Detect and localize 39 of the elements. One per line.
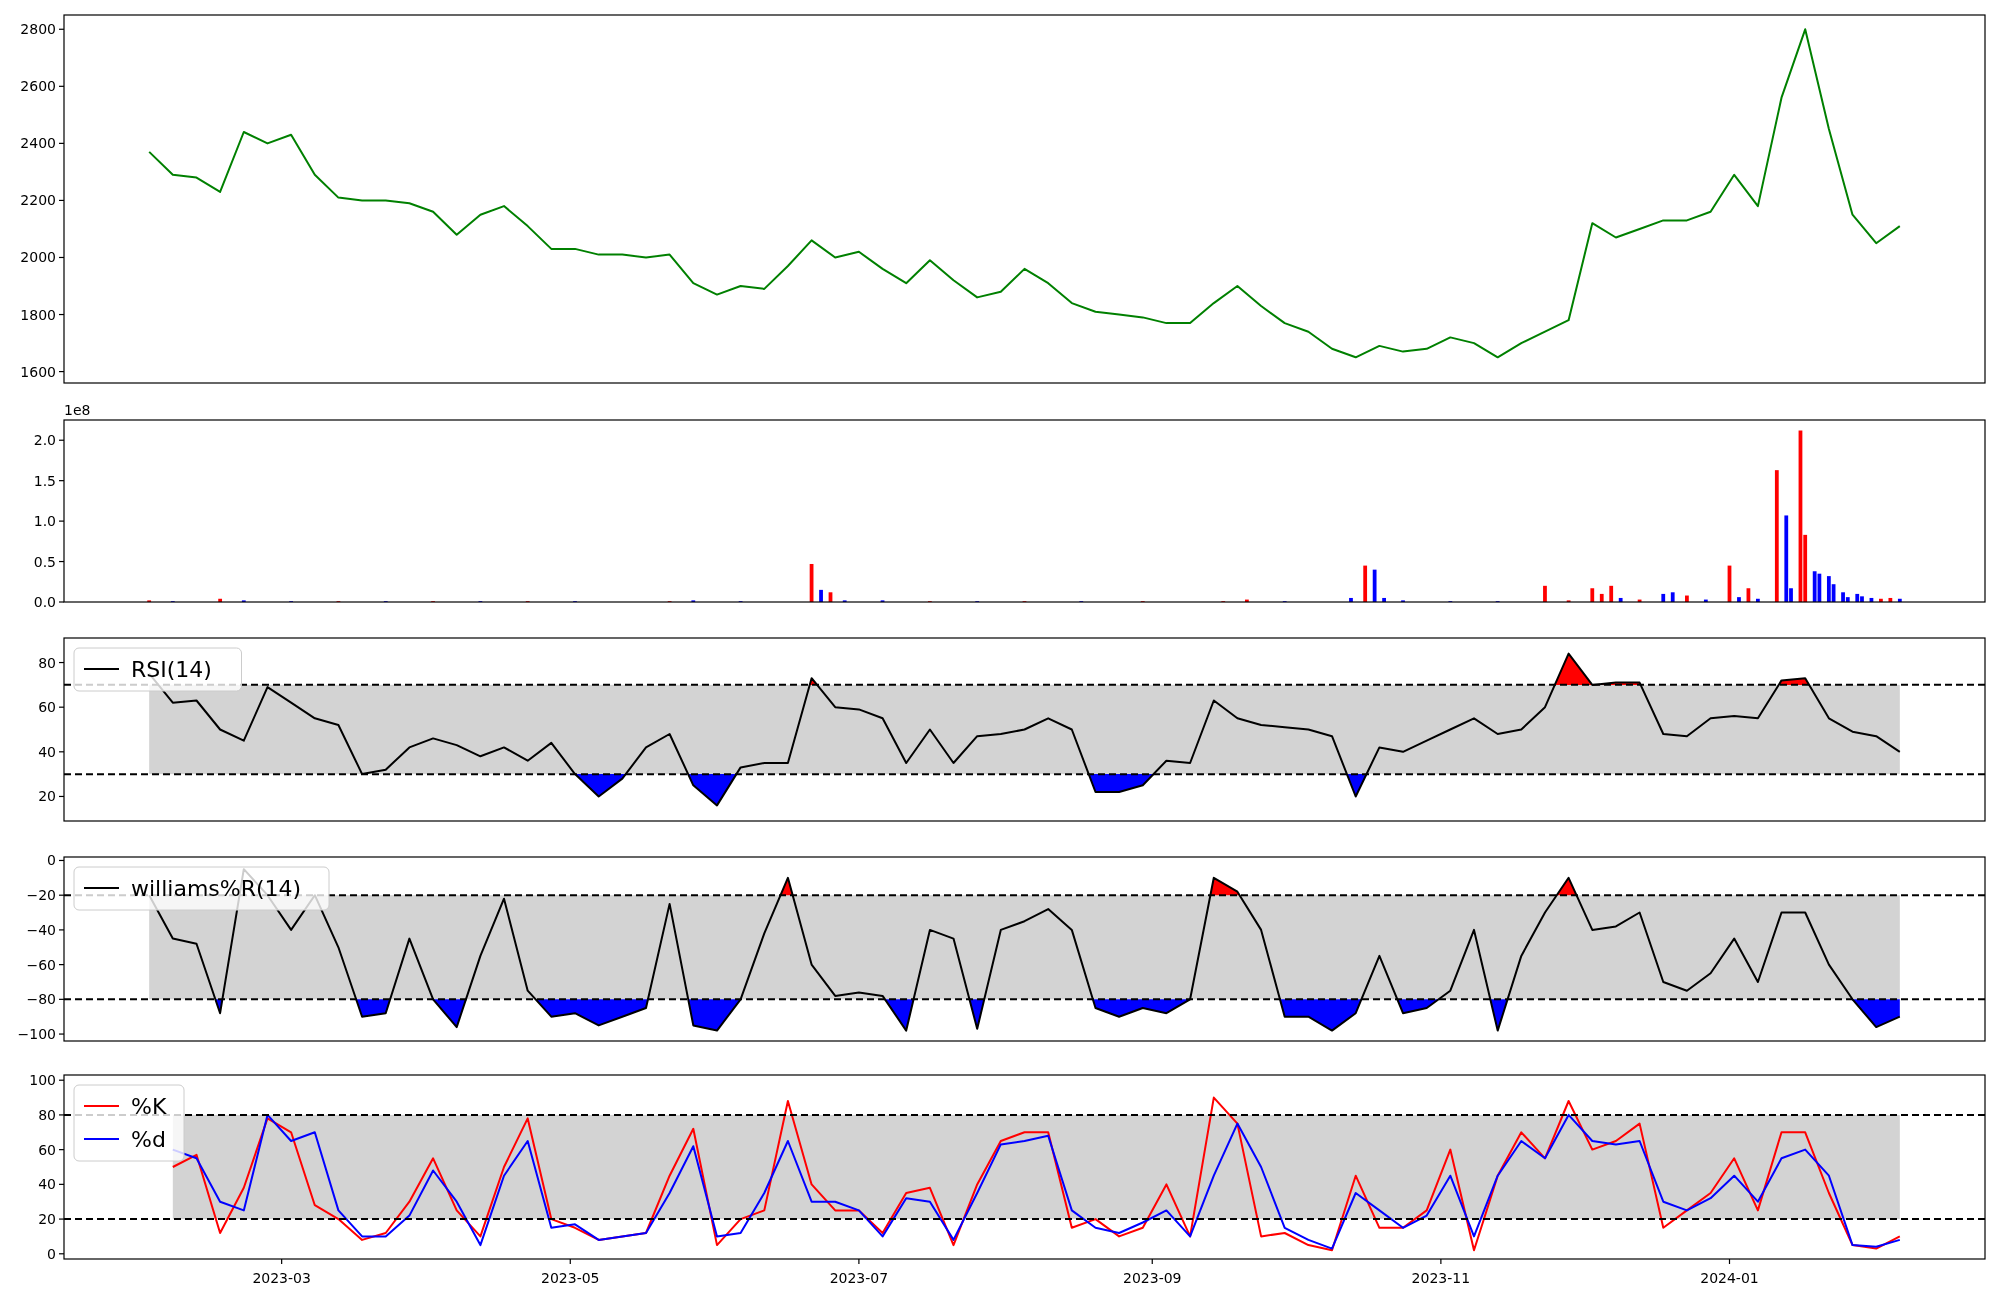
y-tick-label: 2800 xyxy=(20,21,56,38)
x-tick-label: 2023-03 xyxy=(252,1270,311,1286)
y-tick-label: 80 xyxy=(38,654,56,671)
legend-label: RSI(14) xyxy=(131,657,212,682)
y-tick-label: 80 xyxy=(38,1106,56,1123)
y-tick-label: 100 xyxy=(29,1072,56,1089)
y-tick-label: 2200 xyxy=(20,192,56,209)
y-tick-label: −40 xyxy=(26,921,56,938)
y-tick-label: −60 xyxy=(26,956,56,973)
x-tick-label: 2023-09 xyxy=(1123,1270,1182,1286)
x-tick-label: 2023-07 xyxy=(829,1270,889,1286)
y-tick-label: 2400 xyxy=(20,135,56,152)
legend-label: williams%R(14) xyxy=(131,876,302,901)
y-tick-label: 2.0 xyxy=(33,432,56,449)
y-tick-label: 2600 xyxy=(20,78,56,95)
axis-scale-label: 1e8 xyxy=(64,402,91,418)
y-tick-label: 0.0 xyxy=(33,594,56,610)
y-tick-label: 2000 xyxy=(20,249,56,266)
y-tick-label: 40 xyxy=(38,743,56,760)
y-tick-label: 1.5 xyxy=(33,472,56,489)
y-tick-label: 60 xyxy=(38,1141,56,1158)
y-tick-label: −80 xyxy=(26,991,56,1008)
x-tick-label: 2023-11 xyxy=(1411,1270,1471,1286)
legend-label: %d xyxy=(131,1127,166,1152)
y-tick-label: −20 xyxy=(26,887,56,904)
y-tick-label: 1600 xyxy=(20,363,56,380)
y-tick-label: 0 xyxy=(47,1245,56,1262)
y-tick-label: 20 xyxy=(38,1211,56,1228)
y-tick-label: 0 xyxy=(47,852,56,869)
x-tick-label: 2024-01 xyxy=(1700,1270,1759,1286)
y-tick-label: 20 xyxy=(38,788,56,805)
y-tick-label: 60 xyxy=(38,699,56,716)
y-tick-label: 0.5 xyxy=(33,553,56,570)
x-tick-label: 2023-05 xyxy=(541,1270,600,1286)
y-tick-label: −100 xyxy=(17,1026,56,1043)
legend-label: %K xyxy=(131,1094,167,1119)
y-tick-label: 1800 xyxy=(20,306,56,323)
y-tick-label: 1.0 xyxy=(33,513,56,530)
y-tick-label: 40 xyxy=(38,1176,56,1193)
